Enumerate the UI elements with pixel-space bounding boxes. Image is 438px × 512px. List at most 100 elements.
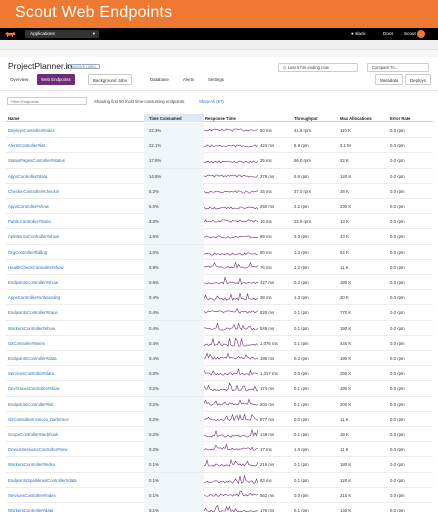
endpoint-name-link[interactable]: GitControllerInvoices_backtrace: [8, 417, 69, 422]
docs-link[interactable]: Docs: [383, 30, 393, 38]
table-row[interactable]: WorkersController#data 0.1% 176 ms 0.1 rpm 1…: [6, 503, 433, 512]
table-row[interactable]: AppsController#show 5.0% 250 ms 2.2 rpm 230 …: [6, 199, 433, 215]
show-all-link[interactable]: Show All (67): [199, 99, 224, 104]
response-time-value: 545 ms: [260, 325, 275, 331]
col-error-rate[interactable]: Error Rate: [390, 116, 410, 121]
max-allocations-value: 140 K: [340, 173, 352, 179]
table-row[interactable]: ServicesController#data 0.3% 1,317 ms 0.0 r…: [6, 366, 433, 382]
endpoint-name-link[interactable]: WorkersController#data: [8, 508, 53, 512]
col-max-allocations[interactable]: Max Allocations: [340, 116, 372, 121]
user-name[interactable]: Scout: [404, 30, 416, 38]
table-row[interactable]: EndpointsController#trace 0.4% 520 ms 0.1 r…: [6, 305, 433, 321]
time-consumed-value: 3.3%: [149, 219, 159, 225]
sparkline-line: [204, 144, 258, 148]
endpoint-name-link[interactable]: GitController#items: [8, 341, 45, 346]
endpoint-name-link[interactable]: WorkersController#index: [8, 462, 55, 467]
max-allocations-value: 180 K: [340, 356, 352, 361]
error-rate-value: 0.0 rpm: [390, 447, 405, 453]
endpoint-name-link[interactable]: EndpointsController#list: [8, 402, 53, 407]
endpoint-name-link[interactable]: DevTracesController#show: [8, 386, 60, 391]
tab-overview[interactable]: Overview: [6, 74, 32, 85]
throughput-value: 0.2 rpm: [294, 356, 309, 361]
slack-label: slack: [355, 31, 366, 36]
tab-alerts[interactable]: Alerts: [179, 74, 198, 85]
table-row[interactable]: EndpointsSparklinesController#data 0.1% 83…: [6, 472, 433, 488]
response-time-value: 562 ms: [260, 492, 275, 498]
error-rate-value: 0.0 rpm: [390, 340, 405, 346]
slack-link[interactable]: ● slack: [351, 30, 366, 38]
tab-settings[interactable]: Settings: [204, 74, 228, 85]
tab-database[interactable]: Database: [146, 74, 173, 85]
table-row[interactable]: EndpointsController#show 0.8% 427 ms 0.2 rp…: [6, 275, 433, 291]
tab-web-endpoints[interactable]: Web Endpoints: [37, 74, 75, 85]
filter-endpoints-input[interactable]: [7, 97, 87, 105]
table-row[interactable]: CheckinController#checkin 5.2% 15 ms 37.0 r…: [6, 183, 433, 199]
endpoint-name-link[interactable]: OrgController#billing: [8, 250, 47, 255]
response-time-value: 16 ms: [260, 219, 272, 225]
applications-dropdown[interactable]: Applications ▾: [25, 30, 99, 38]
table-row[interactable]: ScopeController#webhook 0.2% 146 ms 0.1 rpm…: [6, 427, 433, 443]
compare-select[interactable]: Compare To...: [367, 63, 429, 72]
endpoint-name-link[interactable]: ServicesController#data: [8, 371, 54, 376]
time-consumed-value: 0.1%: [149, 477, 159, 483]
response-time-value: 76 ms: [260, 264, 272, 270]
endpoint-name-link[interactable]: EndpointsSparklinesController#data: [8, 478, 77, 483]
table-row[interactable]: DeploysController#index 22.3% 60 ms 41.8 rp…: [6, 123, 433, 139]
table-row[interactable]: DeviceSessionsController#new 0.2% 17 ms 1.0…: [6, 442, 433, 458]
table-row[interactable]: ServicesController#index 0.1% 562 ms 0.0 rp…: [6, 487, 433, 503]
deploys-button[interactable]: Deploys: [405, 74, 431, 85]
endpoint-name-link[interactable]: AppsController#show: [8, 204, 49, 209]
endpoint-name-link[interactable]: EndpointsController#data: [8, 356, 57, 361]
table-row[interactable]: WorkersController#show 0.4% 545 ms 0.1 rpm 1…: [6, 320, 433, 336]
endpoint-name-link[interactable]: PublicController#index: [8, 219, 51, 224]
endpoint-name-link[interactable]: DeploysController#index: [8, 128, 55, 133]
endpoint-name-link[interactable]: ScopeController#webhook: [8, 432, 58, 437]
user-avatar[interactable]: [417, 30, 425, 38]
endpoint-name-link[interactable]: AppsController#onboarding: [8, 295, 60, 300]
endpoint-name-link[interactable]: AppsController#data: [8, 174, 47, 179]
time-consumed-value: 0.1%: [149, 462, 159, 468]
response-time-value: 89 ms: [260, 234, 272, 240]
endpoint-name-link[interactable]: WorkersController#show: [8, 326, 55, 331]
table-row[interactable]: PublicController#index 3.3% 16 ms 22.9 rpm 1…: [6, 214, 433, 230]
table-row[interactable]: StatusPagesController#status 17.8% 35 ms 56…: [6, 153, 433, 169]
table-row[interactable]: GitControllerInvoices_backtrace 0.2% 877 m…: [6, 411, 433, 427]
endpoint-name-link[interactable]: HealthCheckController#show: [8, 265, 64, 270]
sparkline-line: [204, 190, 258, 194]
error-rate-value: 0.0 rpm: [390, 158, 405, 164]
metadata-button[interactable]: Metadata: [375, 74, 404, 85]
table-row[interactable]: OrgController#billing 1.0% 80 ms 1.3 rpm 54 …: [6, 244, 433, 260]
endpoint-name-link[interactable]: ApiMetricsController#show: [8, 234, 59, 239]
col-time-consumed[interactable]: Time Consumed: [149, 116, 182, 121]
endpoint-name-link[interactable]: DeviceSessionsController#new: [8, 447, 67, 452]
col-throughput[interactable]: Throughput: [294, 116, 318, 121]
endpoint-name-link[interactable]: AlertsController#list: [8, 143, 45, 148]
table-row[interactable]: AlertsController#list 22.1% 424 ms 5.9 rpm 3…: [6, 138, 433, 154]
sparkline-line: [204, 429, 258, 438]
table-row[interactable]: AppsController#data 14.5% 279 ms 5.9 rpm 140…: [6, 168, 433, 184]
table-row[interactable]: GitController#items 0.4% 1,076 ms 0.1 rpm 44…: [6, 335, 433, 351]
endpoint-name-link[interactable]: EndpointsController#trace: [8, 310, 58, 315]
table-row[interactable]: AppsController#onboarding 0.4% 38 ms 1.3 rp…: [6, 290, 433, 306]
endpoint-name-link[interactable]: ServicesController#index: [8, 493, 56, 498]
sparkline-line: [204, 397, 258, 406]
table-row[interactable]: HealthCheckController#show 0.8% 76 ms 1.2 r…: [6, 259, 433, 275]
table-row[interactable]: WorkersController#index 0.1% 216 ms 0.1 rpm…: [6, 457, 433, 473]
col-response-time[interactable]: Response Time: [205, 116, 236, 121]
table-row[interactable]: DevTracesController#show 0.2% 174 ms 0.1 rp…: [6, 381, 433, 397]
error-rate-value: 0.0 rpm: [390, 143, 405, 149]
endpoint-name-link[interactable]: EndpointsController#show: [8, 280, 58, 285]
col-name[interactable]: Name: [8, 116, 19, 121]
table-row[interactable]: EndpointsController#data 0.4% 185 ms 0.2 rp…: [6, 351, 433, 367]
endpoint-name-link[interactable]: CheckinController#checkin: [8, 189, 59, 194]
time-range-select[interactable]: ◷ Last 6 hrs ending now: [278, 63, 358, 72]
error-rate-value: 0.0 rpm: [390, 295, 405, 301]
endpoint-name-link[interactable]: StatusPagesController#status: [8, 158, 65, 163]
throughput-value: 0.1 rpm: [294, 340, 309, 346]
tab-background-jobs[interactable]: Background Jobs: [88, 74, 132, 85]
app-badge: MASSIVE LABEL: [67, 64, 100, 69]
table-row[interactable]: EndpointsController#list 0.2% 202 ms 0.1 rp…: [6, 396, 433, 412]
table-row[interactable]: ApiMetricsController#show 1.6% 89 ms 2.0 rp…: [6, 229, 433, 245]
sparkline-line: [204, 504, 258, 512]
scout-dog-logo-icon[interactable]: [4, 30, 16, 38]
